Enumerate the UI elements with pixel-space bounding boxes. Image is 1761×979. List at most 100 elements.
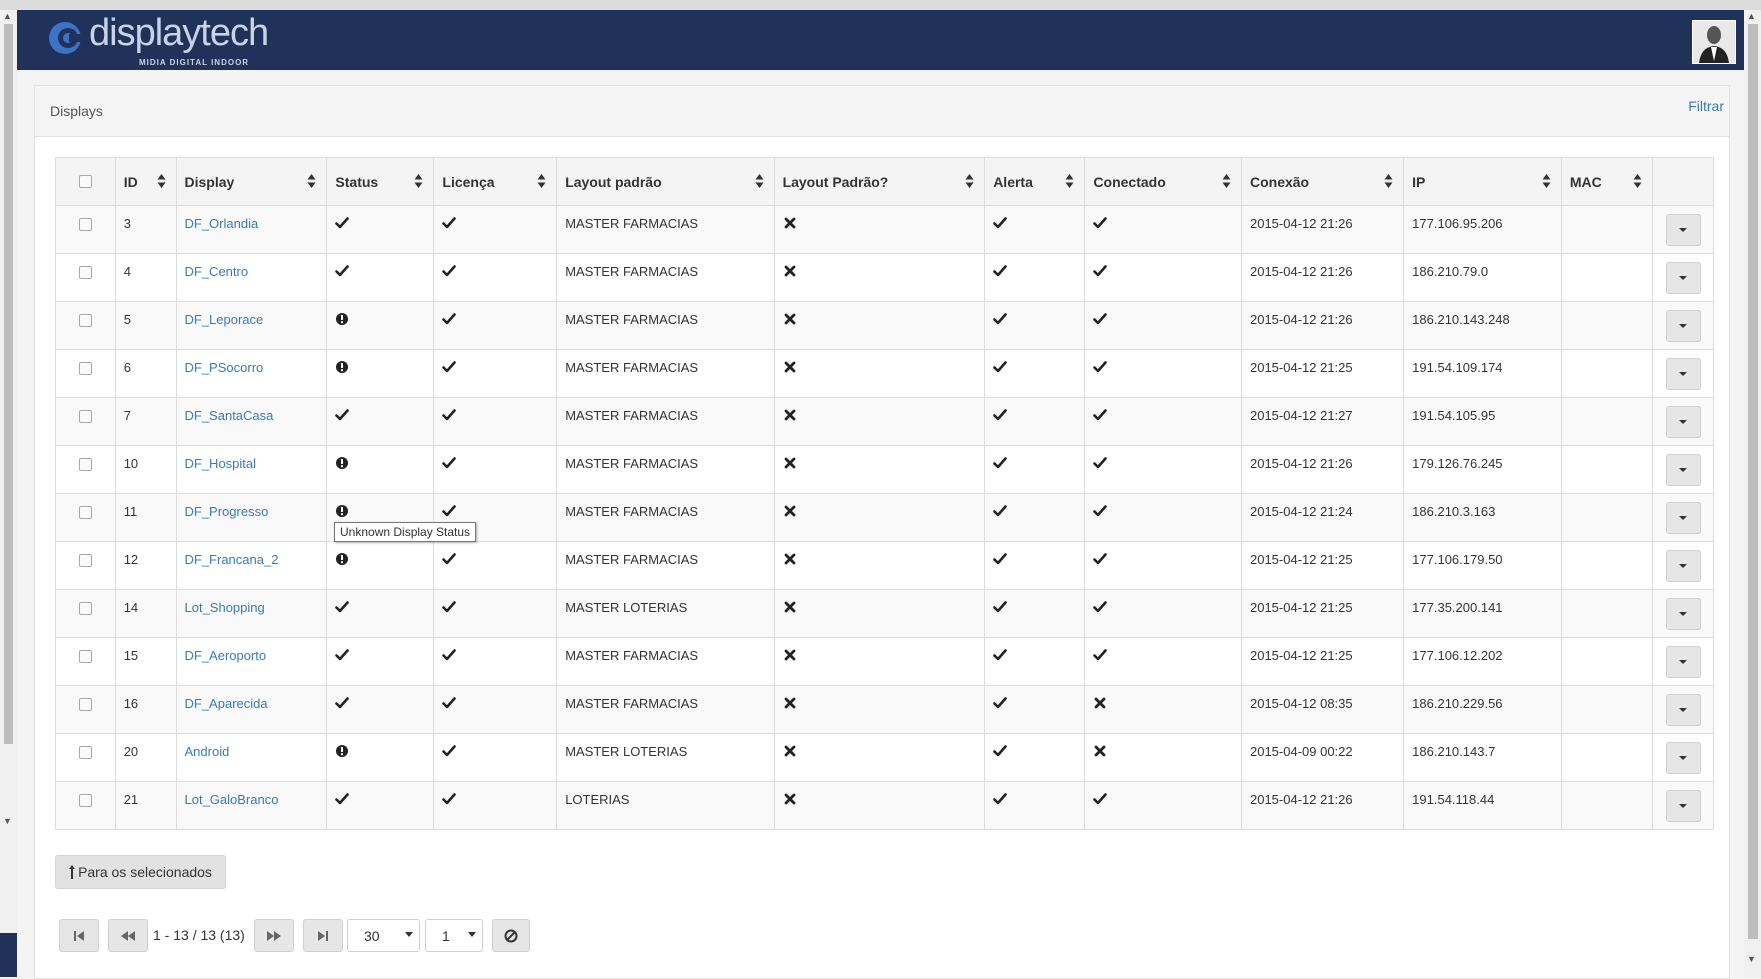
scroll-up-arrow-icon[interactable]: ▲ [1747,11,1756,21]
column-header-layout-default[interactable]: Layout Padrão? [773,157,986,206]
display-cell: DF_Aeroporto [175,637,328,686]
status-cell [326,637,435,686]
mac-cell [1560,349,1654,398]
row-actions-dropdown[interactable] [1665,214,1701,246]
ip-cell: 186.210.143.7 [1403,733,1562,782]
display-name-link[interactable]: DF_PSocorro [185,360,264,375]
last-page-button[interactable] [303,919,343,952]
row-checkbox[interactable] [78,602,92,615]
column-header-connected[interactable]: Conectado [1084,157,1242,206]
scroll-down-arrow-icon[interactable]: ▼ [3,816,12,826]
display-name-link[interactable]: DF_Aeroporto [185,648,267,663]
row-actions-dropdown[interactable] [1665,502,1701,534]
outer-scrollbar[interactable]: ▲ ▼ [0,10,17,977]
bulk-action-button[interactable]: Para os selecionados [55,855,226,889]
layout-cell: MASTER FARMACIAS [556,493,775,542]
previous-page-button[interactable] [108,919,148,952]
row-checkbox[interactable] [78,362,92,375]
check-icon [442,649,457,661]
sort-icon[interactable] [157,173,166,189]
display-name-link[interactable]: DF_Progresso [185,504,269,519]
row-checkbox[interactable] [78,698,92,711]
row-checkbox[interactable] [78,410,92,423]
column-header-ip[interactable]: IP [1403,157,1562,206]
page-scrollbar[interactable]: ▲ ▼ [1744,10,1761,977]
row-select-cell [55,733,116,782]
row-actions-dropdown[interactable] [1665,310,1701,342]
column-header-status[interactable]: Status [326,157,435,206]
row-actions-dropdown[interactable] [1665,694,1701,726]
sort-icon[interactable] [1222,173,1231,189]
display-name-link[interactable]: Lot_Shopping [185,600,265,615]
column-header-connection[interactable]: Conexão [1240,157,1405,206]
row-actions-dropdown[interactable] [1665,358,1701,390]
column-header-license[interactable]: Licença [433,157,558,206]
display-name-link[interactable]: Lot_GaloBranco [185,792,279,807]
row-checkbox[interactable] [78,794,92,807]
sort-icon[interactable] [414,173,423,189]
row-checkbox[interactable] [78,218,92,231]
column-header-alert[interactable]: Alerta [984,157,1086,206]
column-header-mac[interactable]: MAC [1560,157,1654,206]
row-actions-dropdown[interactable] [1665,790,1701,822]
row-checkbox[interactable] [78,650,92,663]
check-icon [442,697,457,709]
row-checkbox[interactable] [78,314,92,327]
sort-icon[interactable] [1542,173,1551,189]
sort-icon[interactable] [1065,173,1074,189]
actions-cell [1652,781,1714,830]
row-checkbox[interactable] [78,746,92,759]
check-icon [335,217,350,229]
row-actions-dropdown[interactable] [1665,454,1701,486]
column-label: MAC [1569,173,1602,190]
display-name-link[interactable]: DF_Aparecida [185,696,268,711]
times-icon [1095,697,1106,709]
alert-cell [984,781,1086,830]
exclamation-circle-icon [336,457,349,469]
row-actions-dropdown[interactable] [1665,550,1701,582]
row-actions-dropdown[interactable] [1665,742,1701,774]
row-checkbox[interactable] [78,458,92,471]
filter-link[interactable]: Filtrar [1688,98,1724,114]
scrollbar-thumb[interactable] [4,24,13,744]
display-name-link[interactable]: Android [185,744,230,759]
row-actions-dropdown[interactable] [1665,646,1701,678]
sort-icon[interactable] [537,173,546,189]
next-page-button[interactable] [254,919,294,952]
display-name-link[interactable]: DF_Orlandia [185,216,259,231]
column-header-id[interactable]: ID [114,157,177,206]
row-checkbox[interactable] [78,266,92,279]
license-cell [433,445,558,494]
check-icon [1093,505,1108,517]
display-name-link[interactable]: DF_Hospital [185,456,257,471]
sort-icon[interactable] [755,173,764,189]
scroll-up-arrow-icon[interactable]: ▲ [3,11,12,21]
scrollbar-thumb[interactable] [1748,24,1758,939]
row-checkbox[interactable] [78,554,92,567]
sort-icon[interactable] [1633,173,1642,189]
row-actions-dropdown[interactable] [1665,262,1701,294]
page-number-select[interactable]: 1 [425,919,483,952]
license-cell [433,781,558,830]
row-actions-dropdown[interactable] [1665,598,1701,630]
row-actions-dropdown[interactable] [1665,406,1701,438]
sort-icon[interactable] [965,173,974,189]
clear-filter-button[interactable] [492,919,530,952]
license-cell [433,301,558,350]
column-header-layout[interactable]: Layout padrão [556,157,775,206]
user-avatar[interactable] [1692,20,1736,64]
select-all-checkbox[interactable] [78,174,92,188]
sort-icon[interactable] [307,173,316,189]
first-page-button[interactable] [59,919,99,952]
column-label: Layout Padrão? [782,173,889,190]
page-size-select[interactable]: 30 [347,919,420,952]
row-checkbox[interactable] [78,506,92,519]
display-name-link[interactable]: DF_Centro [185,264,249,279]
connection-time-cell: 2015-04-12 21:25 [1240,541,1405,590]
display-name-link[interactable]: DF_SantaCasa [185,408,274,423]
scroll-down-arrow-icon[interactable]: ▼ [1747,954,1756,964]
sort-icon[interactable] [1384,173,1393,189]
display-name-link[interactable]: DF_Francana_2 [185,552,279,567]
column-header-display[interactable]: Display [175,157,328,206]
display-name-link[interactable]: DF_Leporace [185,312,264,327]
